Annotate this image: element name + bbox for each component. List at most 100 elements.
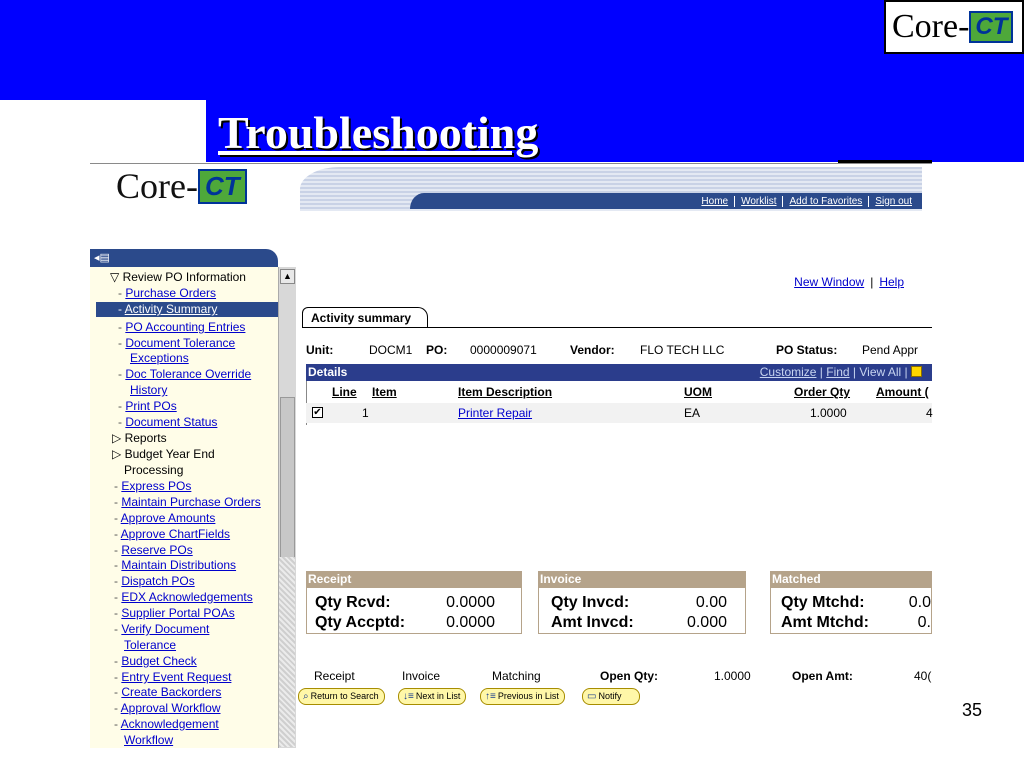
tab-activity-summary[interactable]: Activity summary [302,307,428,327]
amt-invcd-label: Amt Invcd: [551,614,634,631]
menu-item-print-pos[interactable]: - Print POs [118,399,177,414]
app-screenshot: Core- CT Home Worklist Add to Favorites … [90,163,933,748]
menu-item-doc-tolerance-cont[interactable]: Exceptions [130,351,189,366]
slide-header-notch [0,100,206,162]
menu-item-label[interactable]: Budget Check [121,654,196,668]
col-header-order-qty[interactable]: Order Qty [794,385,850,399]
return-to-search-button[interactable]: ⌕ Return to Search [298,688,385,705]
details-title: Details [308,365,348,379]
menu-item-maintain-pos[interactable]: - Maintain Purchase Orders [114,495,261,510]
amt-mtchd-label: Amt Mtchd: [781,614,869,631]
cell-description-link[interactable]: Printer Repair [458,406,532,420]
col-header-line[interactable]: Line [332,385,357,399]
menu-item-reserve-pos[interactable]: - Reserve POs [114,543,193,558]
menu-item-edx-ack[interactable]: - EDX Acknowledgements [114,590,253,605]
menu-item-maintain-distributions[interactable]: - Maintain Distributions [114,558,236,573]
invoice-header: Invoice [538,571,746,588]
menu-item-approve-amounts[interactable]: - Approve Amounts [114,511,215,526]
menu-item-label[interactable]: Acknowledgement [121,717,219,731]
menu-item-label[interactable]: Dispatch POs [121,574,194,588]
next-in-list-button[interactable]: ↓≡ Next in List [398,688,467,705]
menu-item-label[interactable]: Reserve POs [121,543,192,557]
menu-item-label[interactable]: Maintain Purchase Orders [121,495,260,509]
menu-item-doc-tolerance[interactable]: - Document Tolerance [118,336,235,351]
menu-item-budget-check[interactable]: - Budget Check [114,654,197,669]
menu-item-label[interactable]: Activity Summary [125,302,218,316]
menu-item-express-pos[interactable]: - Express POs [114,479,191,494]
nav-signout-link[interactable]: Sign out [868,195,918,207]
help-link[interactable]: Help [879,275,904,289]
table-row: ✔ 1 Printer Repair EA 1.0000 4 [306,403,933,423]
menu-item-label[interactable]: Approve ChartFields [121,527,230,541]
matched-box: Qty Mtchd: 0.0 Amt Mtchd: 0. [770,588,932,634]
menu-item-acknowledgement[interactable]: - Acknowledgement [114,717,219,732]
menu-item-label[interactable]: Print POs [125,399,176,413]
menu-item-review-po[interactable]: ▽ Review PO Information [110,270,246,285]
menu-item-document-status[interactable]: - Document Status [118,415,217,430]
menu-item-label[interactable]: Document Status [125,415,217,429]
col-header-amount[interactable]: Amount ( [876,385,929,399]
menu-item-label[interactable]: PO Accounting Entries [125,320,245,334]
menu-item-reports[interactable]: ▷ Reports [112,431,167,446]
menu-item-label[interactable]: Supplier Portal POAs [121,606,234,620]
menu-item-label[interactable]: Tolerance [124,638,176,652]
menu-item-label[interactable]: Workflow [124,733,173,747]
menu-item-purchase-orders[interactable]: - Purchase Orders [118,286,216,301]
menu-item-label[interactable]: Purchase Orders [125,286,216,300]
menu-item-approval-workflow[interactable]: - Approval Workflow [114,701,221,716]
qty-invcd-label: Qty Invcd: [551,594,630,611]
view-all-link[interactable]: View All [859,365,901,379]
menu-item-budget-year-end[interactable]: ▷ Budget Year End [112,447,215,462]
customize-link[interactable]: Customize [760,365,817,379]
download-grid-icon[interactable] [911,366,922,377]
slide-title: Troubleshooting [218,107,539,158]
menu-item-label[interactable]: Approve Amounts [121,511,216,525]
menu-item-activity-summary[interactable]: - Activity Summary [96,302,278,317]
menu-item-entry-event[interactable]: - Entry Event Request [114,670,231,685]
col-header-description[interactable]: Item Description [458,385,552,399]
menu-item-label[interactable]: History [130,383,167,397]
new-window-link[interactable]: New Window [794,275,864,289]
menu-item-label[interactable]: EDX Acknowledgements [121,590,252,604]
collapse-menu-icon[interactable]: ◂▤ [94,251,110,264]
notify-button[interactable]: ▭ Notify [582,688,640,705]
matched-header: Matched [770,571,932,588]
menu-item-label[interactable]: Create Backorders [121,685,221,699]
menu-item-label[interactable]: Document Tolerance [125,336,235,350]
col-header-uom[interactable]: UOM [684,385,712,399]
nav-favorites-link[interactable]: Add to Favorites [782,195,868,207]
menu-item-approve-chartfields[interactable]: - Approve ChartFields [114,527,230,542]
invoice-box: Qty Invcd: 0.00 Amt Invcd: 0.000 [538,588,746,634]
row-checkbox[interactable]: ✔ [312,407,323,418]
menu-item-label[interactable]: Approval Workflow [121,701,221,715]
menu-item-label[interactable]: Verify Document [121,622,209,636]
menu-item-label[interactable]: Exceptions [130,351,189,365]
menu-item-doc-override-cont[interactable]: History [130,383,167,398]
po-value: 0000009071 [470,343,537,357]
menu-item-label[interactable]: Express POs [121,479,191,493]
folder-open-icon: ▽ [110,270,120,284]
menu-item-label[interactable]: Entry Event Request [121,670,231,684]
menu-item-label[interactable]: Doc Tolerance Override [125,367,251,381]
menu-item-verify-document-cont[interactable]: Tolerance [124,638,176,653]
vendor-label: Vendor: [570,343,615,357]
menu-item-create-backorders[interactable]: - Create Backorders [114,685,221,700]
next-list-icon: ↓≡ [403,691,414,702]
menu-item-verify-document[interactable]: - Verify Document [114,622,209,637]
nav-worklist-link[interactable]: Worklist [734,195,782,207]
menu-item-po-accounting[interactable]: - PO Accounting Entries [118,320,245,335]
menu-item-supplier-portal[interactable]: - Supplier Portal POAs [114,606,235,621]
scroll-up-arrow-icon[interactable]: ▲ [280,269,295,284]
col-header-item[interactable]: Item [372,385,397,399]
invoice-status: Invoice [402,669,441,683]
find-link[interactable]: Find [826,365,849,379]
menu-item-doc-override[interactable]: - Doc Tolerance Override [118,367,251,382]
menu-item-dispatch-pos[interactable]: - Dispatch POs [114,574,195,589]
previous-in-list-button[interactable]: ↑≡ Previous in List [480,688,565,705]
menu-item-label[interactable]: Maintain Distributions [121,558,236,572]
vendor-value: FLO TECH LLC [640,343,725,357]
nav-home-link[interactable]: Home [695,196,734,207]
menu-item-acknowledgement-cont[interactable]: Workflow [124,733,173,748]
receipt-status: Receipt [314,669,355,683]
cell-amount: 4 [926,406,933,420]
